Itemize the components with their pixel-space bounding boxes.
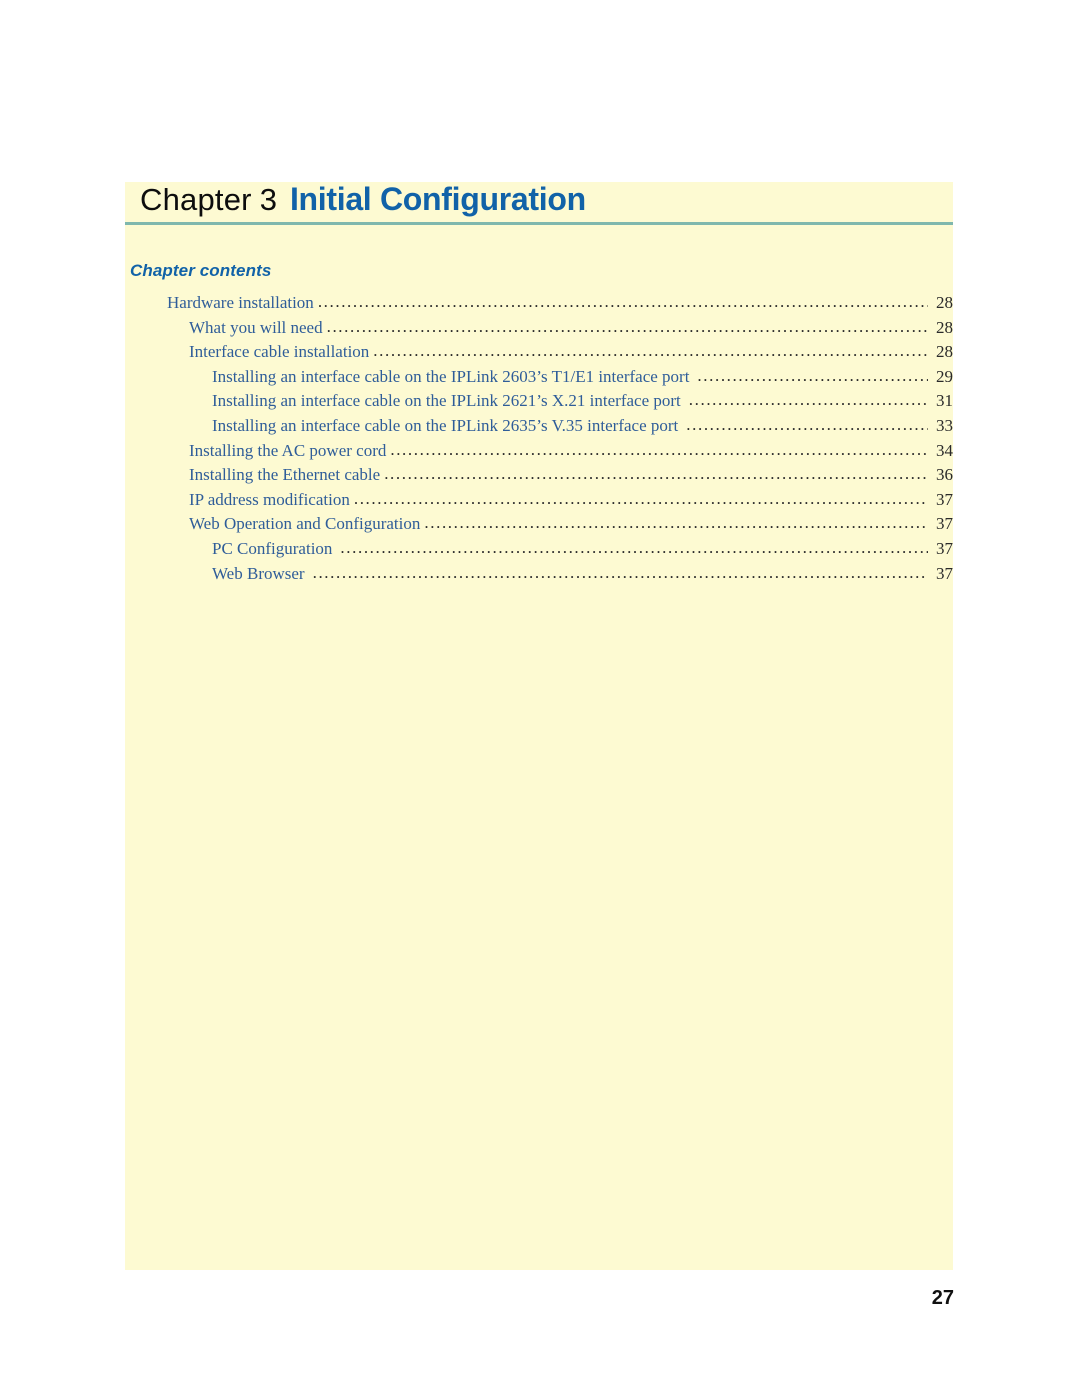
toc-leader-dots: ........................................…	[424, 513, 928, 533]
table-of-contents: Hardware installation...................…	[125, 292, 953, 589]
toc-entry[interactable]: Installing an interface cable on the IPL…	[125, 365, 953, 392]
toc-entry-label: Installing the AC power cord	[189, 440, 387, 460]
toc-entry[interactable]: Installing the AC power cord............…	[125, 439, 953, 466]
page-title: Initial Configuration	[289, 181, 586, 217]
toc-entry-page-number: 28	[936, 293, 953, 312]
toc-leader-dots: ........................................…	[688, 390, 928, 410]
toc-entry-page-number: 29	[936, 366, 953, 386]
toc-entry-page-number: 31	[936, 391, 953, 411]
chapter-contents-label: Chapter contents	[130, 261, 272, 280]
toc-leader-dots: ........................................…	[384, 464, 928, 484]
toc-entry[interactable]: Interface cable installation............…	[125, 341, 953, 367]
toc-entry-label: Installing the Ethernet cable	[189, 465, 381, 485]
toc-entry[interactable]: Hardware installation...................…	[125, 292, 953, 318]
toc-entry[interactable]: Web Browser.............................…	[125, 562, 953, 589]
toc-entry[interactable]: Installing the Ethernet cable...........…	[125, 464, 953, 490]
toc-leader-dots: ........................................…	[686, 414, 928, 434]
toc-leader-dots: ........................................…	[390, 439, 928, 459]
chapter-heading: Chapter 3 Initial Configuration	[140, 181, 940, 223]
toc-entry-label: IP address modification	[189, 489, 350, 509]
page-number-footer: 27	[931, 1287, 954, 1309]
toc-entry-label: Interface cable installation	[189, 342, 370, 362]
chapter-word: Chapter	[140, 182, 252, 217]
toc-leader-dots: ........................................…	[326, 316, 928, 336]
toc-leader-dots: ........................................…	[373, 341, 928, 361]
toc-entry-page-number: 37	[936, 489, 953, 509]
toc-entry[interactable]: PC Configuration........................…	[125, 537, 953, 564]
toc-entry-label: Web Browser	[212, 563, 305, 583]
heading-divider	[125, 222, 953, 225]
toc-entry-page-number: 37	[936, 563, 953, 583]
toc-entry-page-number: 36	[936, 465, 953, 485]
toc-entry[interactable]: What you will need......................…	[125, 316, 953, 343]
toc-entry-label: Installing an interface cable on the IPL…	[212, 391, 681, 411]
toc-entry-label: What you will need	[189, 317, 323, 337]
toc-entry-label: Web Operation and Configuration	[189, 514, 421, 534]
toc-leader-dots: ........................................…	[317, 292, 928, 311]
document-page: Chapter 3 Initial Configuration Chapter …	[0, 0, 1080, 1397]
toc-entry[interactable]: Installing an interface cable on the IPL…	[125, 390, 953, 416]
toc-entry-page-number: 37	[936, 514, 953, 534]
toc-entry[interactable]: Installing an interface cable on the IPL…	[125, 414, 953, 441]
chapter-number: 3	[259, 182, 277, 217]
toc-entry-page-number: 34	[936, 440, 953, 460]
toc-entry-label: Hardware installation	[167, 293, 314, 312]
toc-entry-label: Installing an interface cable on the IPL…	[212, 415, 679, 435]
toc-entry[interactable]: Web Operation and Configuration.........…	[125, 513, 953, 539]
toc-entry-label: PC Configuration	[212, 538, 333, 558]
toc-leader-dots: ........................................…	[312, 562, 928, 582]
toc-entry[interactable]: IP address modification.................…	[125, 488, 953, 515]
toc-entry-page-number: 28	[936, 317, 953, 337]
toc-entry-page-number: 28	[936, 342, 953, 362]
toc-entry-page-number: 37	[936, 538, 953, 558]
toc-entry-label: Installing an interface cable on the IPL…	[212, 366, 690, 386]
toc-entry-page-number: 33	[936, 415, 953, 435]
toc-leader-dots: ........................................…	[340, 537, 928, 557]
toc-leader-dots: ........................................…	[353, 488, 928, 508]
toc-leader-dots: ........................................…	[697, 365, 928, 385]
